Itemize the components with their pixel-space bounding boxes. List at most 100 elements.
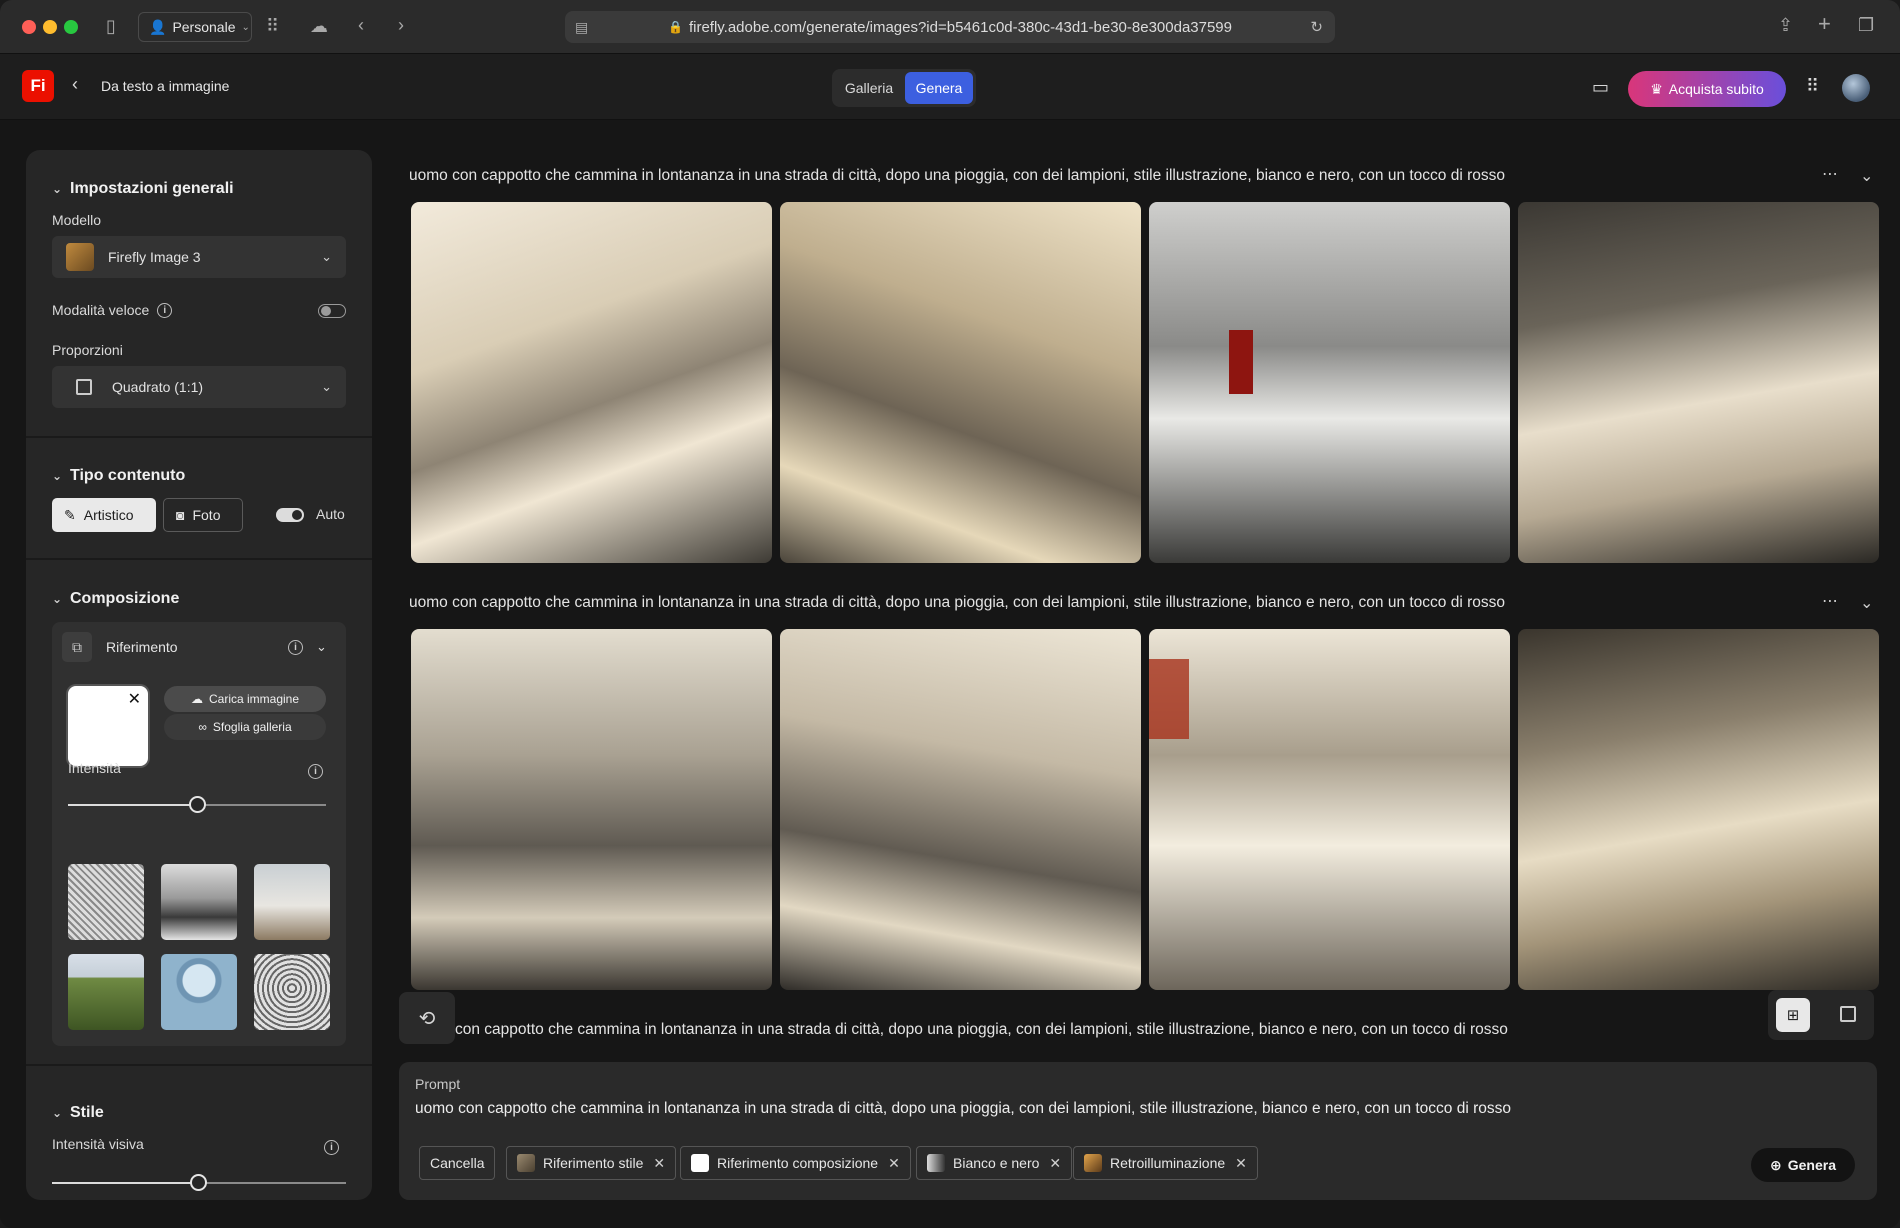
zoom-window-button[interactable] xyxy=(64,20,78,34)
address-bar[interactable]: ▤ 🔒 firefly.adobe.com/generate/images?id… xyxy=(565,11,1335,43)
share-icon[interactable]: ⇪ xyxy=(1778,16,1793,34)
history-button[interactable]: ⟲ xyxy=(399,992,455,1044)
chevron-down-icon: ⌄ xyxy=(241,21,250,33)
chevron-down-icon[interactable]: ⌄ xyxy=(316,639,327,655)
section-style-toggle[interactable]: ⌄ Stile xyxy=(52,1104,104,1122)
preset-living-room[interactable] xyxy=(254,864,330,940)
cloud-upload-icon: ☁ xyxy=(190,692,203,706)
back-arrow-icon[interactable]: ‹ xyxy=(72,74,78,95)
reference-panel: ⧉ Riferimento i ⌄ ✕ ☁ Carica immagine ∞ … xyxy=(52,622,346,1046)
generated-image-6[interactable] xyxy=(780,629,1141,990)
visual-intensity-label: Intensità visiva xyxy=(52,1136,144,1152)
section-style-title: Stile xyxy=(70,1104,104,1121)
generated-image-1[interactable] xyxy=(411,202,772,563)
generated-image-7[interactable] xyxy=(1149,629,1510,990)
tab-genera[interactable]: Genera xyxy=(905,72,973,104)
generated-image-5[interactable] xyxy=(411,629,772,990)
content-artistic-button[interactable]: ✎ Artistico xyxy=(52,498,156,532)
generated-image-2[interactable] xyxy=(780,202,1141,563)
preset-mountain-river[interactable] xyxy=(161,864,237,940)
info-icon[interactable]: i xyxy=(324,1140,339,1155)
square-ratio-icon xyxy=(76,379,92,395)
fast-mode-toggle[interactable] xyxy=(318,304,346,318)
generated-image-3[interactable] xyxy=(1149,202,1510,563)
reference-title: Riferimento xyxy=(106,639,178,655)
tag-style-reference[interactable]: Riferimento stile ✕ xyxy=(506,1146,677,1180)
model-select[interactable]: Firefly Image 3 ⌄ xyxy=(52,236,346,278)
preset-bird-sketch[interactable] xyxy=(68,864,144,940)
clear-label: Cancella xyxy=(430,1155,485,1171)
browse-gallery-button[interactable]: ∞ Sfoglia galleria xyxy=(164,714,326,740)
close-window-button[interactable] xyxy=(22,20,36,34)
info-icon[interactable]: i xyxy=(157,302,173,318)
info-icon[interactable]: i xyxy=(308,764,323,779)
page-menu-icon[interactable]: ▤ xyxy=(575,19,588,36)
remove-tag-icon[interactable]: ✕ xyxy=(1235,1155,1247,1172)
new-tab-icon[interactable]: + xyxy=(1818,13,1831,35)
divider xyxy=(26,436,372,438)
ratio-select[interactable]: Quadrato (1:1) ⌄ xyxy=(52,366,346,408)
generated-image-8[interactable] xyxy=(1518,629,1879,990)
tab-galleria[interactable]: Galleria xyxy=(835,72,903,104)
upload-image-button[interactable]: ☁ Carica immagine xyxy=(164,686,326,712)
artistic-label: Artistico xyxy=(83,507,134,523)
feedback-icon[interactable]: ▭ xyxy=(1592,77,1609,98)
prompt-panel: Prompt uomo con cappotto che cammina in … xyxy=(399,1062,1877,1200)
tag-composition-reference[interactable]: Riferimento composizione ✕ xyxy=(680,1146,911,1180)
more-options-icon[interactable]: ⋯ xyxy=(1822,591,1838,611)
sidebar-toggle-icon[interactable]: ▯ xyxy=(106,17,116,35)
chevron-down-icon: ⌄ xyxy=(52,469,63,483)
generated-image-4[interactable] xyxy=(1518,202,1879,563)
apps-grid-icon[interactable]: ⠿ xyxy=(1806,76,1819,97)
firefly-logo[interactable]: Fi xyxy=(22,70,54,102)
single-view-icon[interactable] xyxy=(1840,1006,1856,1022)
app-window: ▯ 👤 Personale ⌄ ⠿ ☁ ‹ › ▤ 🔒 firefly.adob… xyxy=(0,0,1900,1228)
forward-icon[interactable]: › xyxy=(398,16,404,34)
section-general-toggle[interactable]: ⌄ Impostazioni generali xyxy=(52,180,234,198)
intensity-slider[interactable] xyxy=(68,796,326,813)
chevron-down-icon: ⌄ xyxy=(321,379,332,394)
icloud-icon[interactable]: ☁ xyxy=(310,17,328,35)
reference-image[interactable]: ✕ xyxy=(68,686,148,766)
remove-tag-icon[interactable]: ✕ xyxy=(653,1155,665,1172)
avatar[interactable] xyxy=(1842,74,1870,102)
chevron-down-icon[interactable]: ⌄ xyxy=(1860,166,1873,186)
auto-toggle[interactable] xyxy=(276,508,304,522)
page-title[interactable]: Da testo a immagine xyxy=(101,78,229,94)
grid-view-icon[interactable]: ⊞ xyxy=(1776,998,1810,1032)
intensity-handle[interactable] xyxy=(189,796,206,813)
visual-intensity-handle[interactable] xyxy=(190,1174,207,1191)
reference-header[interactable]: ⧉ Riferimento i ⌄ xyxy=(52,622,346,672)
remove-tag-icon[interactable]: ✕ xyxy=(1049,1155,1061,1172)
content-photo-button[interactable]: ◙ Foto xyxy=(163,498,243,532)
reload-icon[interactable]: ↻ xyxy=(1310,18,1323,36)
remove-tag-icon[interactable]: ✕ xyxy=(888,1155,900,1172)
tag-black-white[interactable]: Bianco e nero ✕ xyxy=(916,1146,1073,1180)
fast-mode-row: Modalità veloce i xyxy=(52,302,173,318)
reference-presets xyxy=(68,864,330,1030)
tag-backlighting[interactable]: Retroilluminazione ✕ xyxy=(1073,1146,1258,1180)
buy-now-button[interactable]: ♛ Acquista subito xyxy=(1628,71,1786,107)
tabs-icon[interactable]: ❐ xyxy=(1858,16,1874,34)
prompt-input[interactable]: uomo con cappotto che cammina in lontana… xyxy=(415,1100,1511,1118)
section-composition-toggle[interactable]: ⌄ Composizione xyxy=(52,590,179,608)
preset-sphere-cube[interactable] xyxy=(161,954,237,1030)
visual-intensity-slider[interactable] xyxy=(52,1174,346,1191)
divider xyxy=(26,558,372,560)
chevron-down-icon[interactable]: ⌄ xyxy=(1860,593,1873,613)
info-icon[interactable]: i xyxy=(288,639,303,655)
generate-button[interactable]: ⊕ Genera xyxy=(1751,1148,1855,1182)
back-icon[interactable]: ‹ xyxy=(358,16,364,34)
more-options-icon[interactable]: ⋯ xyxy=(1822,164,1838,184)
minimize-window-button[interactable] xyxy=(43,20,57,34)
clear-button[interactable]: Cancella xyxy=(419,1146,496,1180)
remove-reference-icon[interactable]: ✕ xyxy=(128,689,141,709)
fast-mode-label: Modalità veloce xyxy=(52,302,150,318)
model-label: Modello xyxy=(52,212,102,228)
section-content-type-toggle[interactable]: ⌄ Tipo contenuto xyxy=(52,467,185,485)
chevron-down-icon: ⌄ xyxy=(52,592,63,606)
tab-overview-icon[interactable]: ⠿ xyxy=(266,17,279,35)
profile-button[interactable]: 👤 Personale ⌄ xyxy=(138,12,252,42)
preset-owl-pattern[interactable] xyxy=(254,954,330,1030)
preset-road-field[interactable] xyxy=(68,954,144,1030)
